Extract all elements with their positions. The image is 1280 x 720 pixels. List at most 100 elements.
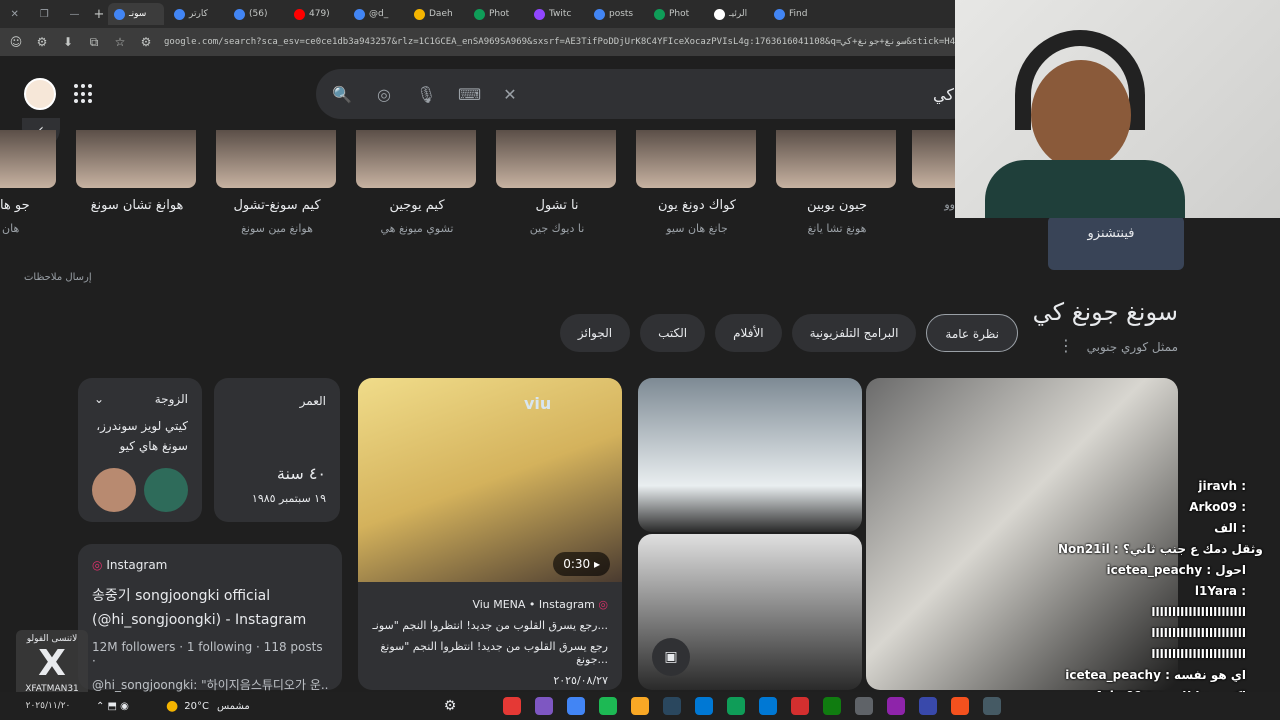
- browser-tab[interactable]: كارتر: [168, 3, 224, 25]
- taskbar-app-icon[interactable]: [663, 697, 682, 715]
- panel-tab-chip[interactable]: نظرة عامة: [926, 314, 1018, 352]
- taskbar-app-icon[interactable]: [983, 697, 1002, 715]
- browser-tab[interactable]: Daeh: [408, 3, 464, 25]
- taskbar-app-icon[interactable]: [855, 697, 874, 715]
- browser-tab[interactable]: Twitc: [528, 3, 584, 25]
- age-card[interactable]: العمر ٤٠ سنة ١٩ سبتمبر ١٩٨٥: [214, 378, 340, 522]
- taskbar-app-icon[interactable]: [567, 697, 586, 715]
- site-info-icon[interactable]: ⚙: [138, 35, 154, 49]
- feedback-link[interactable]: إرسال ملاحظات: [24, 272, 92, 283]
- browser-tab[interactable]: @d_: [348, 3, 404, 25]
- taskbar-app-icon[interactable]: [503, 697, 522, 715]
- window-controls: ✕ ❐ —: [0, 9, 90, 20]
- tab-favicon-icon: [174, 8, 185, 20]
- clear-icon[interactable]: ✕: [500, 85, 520, 104]
- extensions-icon[interactable]: ⧉: [86, 35, 102, 50]
- microphone-icon[interactable]: 🎙: [416, 85, 436, 104]
- browser-tab[interactable]: سونـ: [108, 3, 164, 25]
- lens-icon[interactable]: ◎: [374, 85, 394, 104]
- person-role: جانغ هان سيو: [666, 222, 728, 235]
- new-tab-button[interactable]: +: [90, 7, 108, 22]
- chat-message: Arko09 :: [1189, 500, 1246, 514]
- chat-message: l1Yara :: [1194, 584, 1246, 598]
- video-caption-1: رجع يسرق القلوب من جديد! انتظروا النجم "…: [372, 619, 608, 632]
- taskbar-app-icon[interactable]: [535, 697, 554, 715]
- person-thumbnail: [0, 130, 56, 188]
- pinned-apps: [496, 697, 1008, 715]
- bookmark-star-icon[interactable]: ☆: [112, 35, 128, 49]
- minimize-icon[interactable]: —: [70, 9, 80, 20]
- close-icon[interactable]: ✕: [10, 9, 18, 20]
- keyboard-icon[interactable]: ⌨: [458, 85, 481, 104]
- taskbar-app-icon[interactable]: [695, 697, 714, 715]
- person-role: هوانغ مين سونغ: [241, 222, 313, 235]
- taskbar-app-icon[interactable]: [759, 697, 778, 715]
- panel-tab-chip[interactable]: الكتب: [640, 314, 706, 352]
- related-person-card[interactable]: كواك دونغ يون جانغ هان سيو: [636, 130, 758, 235]
- video-caption-2: رجع يسرق القلوب من جديد! انتظروا النجم "…: [380, 640, 608, 666]
- taskbar-app-icon[interactable]: [823, 697, 842, 715]
- taskbar-app-icon[interactable]: [951, 697, 970, 715]
- browser-tab[interactable]: Phot: [468, 3, 524, 25]
- person-thumbnail: [356, 130, 476, 188]
- video-thumbnail[interactable]: viu 0:30 ▸: [358, 378, 622, 582]
- profile-icon[interactable]: ☺: [8, 35, 24, 49]
- video-meta[interactable]: Viu MENA • Instagram ◎ رجع يسرق القلوب م…: [358, 582, 622, 690]
- search-input[interactable]: كي: [933, 85, 954, 104]
- tab-favicon-icon: [414, 8, 425, 20]
- browser-tab[interactable]: Phot: [648, 3, 704, 25]
- browser-tab[interactable]: (56): [228, 3, 284, 25]
- customize-icon[interactable]: ⚙: [34, 35, 50, 49]
- streamer-webcam: [955, 0, 1280, 218]
- chat-message: icetea_peachy : اي هو نفسه: [1065, 668, 1246, 682]
- taskbar-app-icon[interactable]: [727, 697, 746, 715]
- spouse-photo-2[interactable]: [144, 468, 188, 512]
- person-name: جيون يوبين: [806, 198, 868, 213]
- image-search-icon[interactable]: ▣: [652, 638, 690, 676]
- related-person-card[interactable]: جيون يوبين هونغ تشا يانغ: [776, 130, 898, 235]
- more-options-icon[interactable]: ⋮: [1058, 336, 1074, 355]
- spouse-card[interactable]: ⌄ الزوجة كيتي لويز سوندرز، سونغ هاي كيو: [78, 378, 202, 522]
- settings-icon[interactable]: ⚙: [444, 698, 457, 714]
- browser-tab[interactable]: Find: [768, 3, 824, 25]
- taskbar-app-icon[interactable]: [919, 697, 938, 715]
- tab-label: Find: [789, 9, 808, 19]
- age-label: العمر: [299, 394, 326, 408]
- related-person-card[interactable]: كيم سونغ-تشول هوانغ مين سونغ: [216, 130, 338, 235]
- wedding-photo[interactable]: [638, 378, 862, 532]
- related-person-card[interactable]: نا تشول نا ديوك جين: [496, 130, 618, 235]
- related-person-card[interactable]: هوانغ تشان سونغ: [76, 130, 198, 222]
- search-box[interactable]: 🔍 ◎ 🎙 ⌨ ✕ كي: [316, 69, 976, 119]
- x-logo-icon: X: [38, 643, 66, 684]
- taskbar-app-icon[interactable]: [791, 697, 810, 715]
- chevron-down-icon[interactable]: ⌄: [94, 392, 104, 406]
- person-thumbnail: [76, 130, 196, 188]
- browser-tab[interactable]: posts: [588, 3, 644, 25]
- person-name: نا تشول: [535, 198, 579, 213]
- related-person-card[interactable]: جو هان تشو هان سونغ: [0, 130, 58, 235]
- panel-tab-chip[interactable]: الأفلام: [715, 314, 782, 352]
- apps-grid-icon[interactable]: [74, 84, 94, 104]
- tray-icons[interactable]: ⌃ ⬒ ◉: [96, 701, 166, 712]
- instagram-result[interactable]: ◎ Instagram 송중기 songjoongki official (@h…: [78, 544, 342, 692]
- panel-tab-chip[interactable]: الجوائز: [559, 314, 631, 352]
- search-icon[interactable]: 🔍: [332, 85, 352, 104]
- download-icon[interactable]: ⬇: [60, 35, 76, 49]
- instagram-title[interactable]: 송중기 songjoongki official (@hi_songjoongk…: [92, 584, 328, 632]
- taskbar-app-icon[interactable]: [887, 697, 906, 715]
- restore-icon[interactable]: ❐: [40, 9, 49, 20]
- panel-tab-chip[interactable]: البرامج التلفزيونية: [791, 314, 917, 352]
- portrait-photo-small[interactable]: ▣: [638, 534, 862, 690]
- browser-tab[interactable]: الرئيـ: [708, 3, 764, 25]
- browser-tab[interactable]: 479): [288, 3, 344, 25]
- spouse-photo-1[interactable]: [92, 468, 136, 512]
- viu-logo: viu: [524, 394, 552, 413]
- taskbar-app-icon[interactable]: [631, 697, 650, 715]
- person-role: نا ديوك جين: [529, 222, 585, 235]
- related-person-card[interactable]: كيم يوجين تشوي ميونغ هي: [356, 130, 478, 235]
- account-avatar[interactable]: [24, 78, 56, 110]
- taskbar-date[interactable]: ٢٠٢٥/١١/٢٠: [0, 701, 96, 711]
- weather-temp[interactable]: 20°C: [184, 701, 209, 712]
- person-name: جو هان تشو: [0, 198, 30, 213]
- taskbar-app-icon[interactable]: [599, 697, 618, 715]
